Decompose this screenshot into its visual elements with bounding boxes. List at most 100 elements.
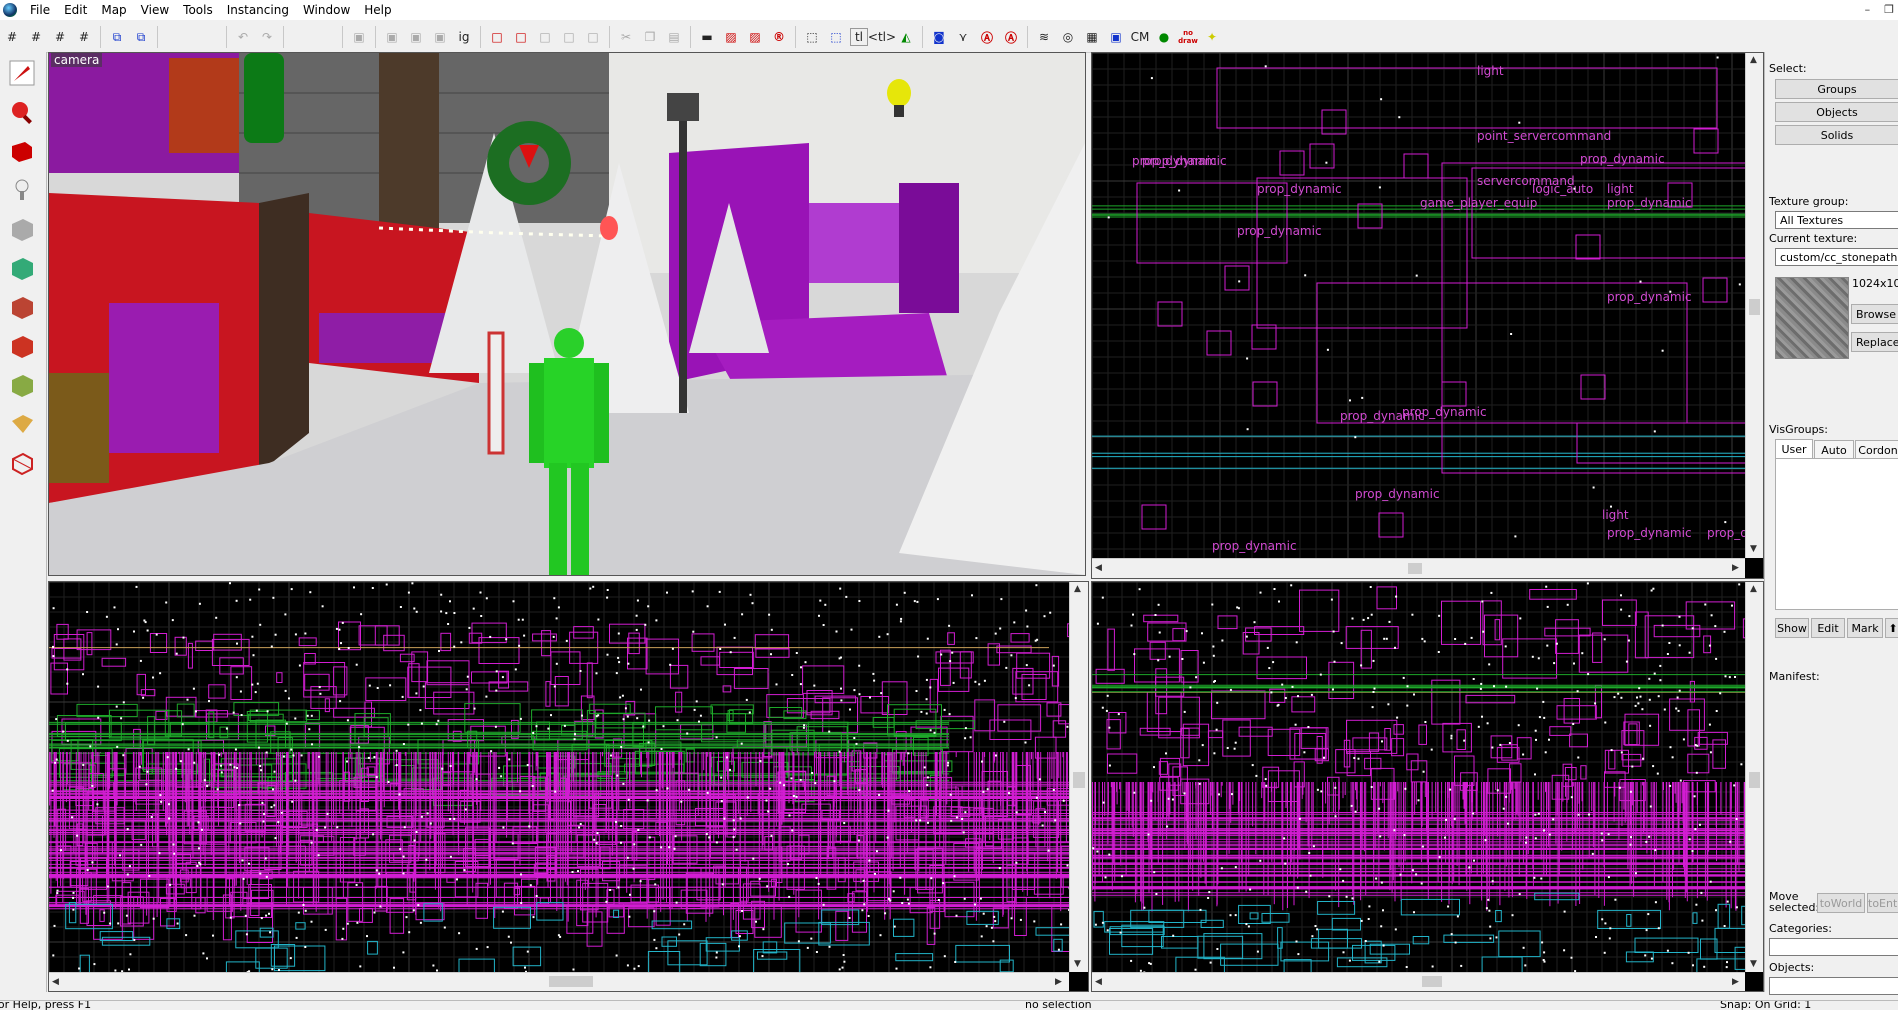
solid-c-icon[interactable]: □ [583,27,603,47]
select-handles-icon[interactable]: ⬚ [826,27,846,47]
menu-view[interactable]: View [134,0,176,20]
models-icon[interactable]: Ⓐ [1001,27,1021,47]
cubes-icon[interactable]: ▣ [1106,27,1126,47]
cm-icon[interactable]: CM [1130,27,1150,47]
selection-tool-icon[interactable] [3,55,41,91]
visgroup-show-button[interactable]: Show [1775,618,1809,638]
visgroup-mark-button[interactable]: Mark [1847,618,1883,638]
magnify-tool-icon[interactable] [3,94,41,130]
scroll-down-icon[interactable]: ▼ [1750,959,1757,969]
solids-button[interactable]: Solids [1775,125,1898,145]
helpers-icon[interactable]: Ⓐ [977,27,997,47]
entity-icon[interactable]: ◙ [929,27,949,47]
texture-group-select[interactable]: All Textures [1775,211,1898,229]
clipping-tool-icon[interactable] [3,406,41,442]
texture-lock-icon[interactable]: ▣ [406,27,426,47]
nodraw-icon[interactable]: no draw [1178,27,1198,47]
sphere-icon[interactable]: ◎ [1058,27,1078,47]
cut-icon[interactable]: ✂ [616,27,636,47]
front-2d-viewport[interactable]: ▲ ▼ ◀ ▶ [48,581,1089,992]
vertex-icon[interactable]: □ [511,27,531,47]
grid-box-icon[interactable]: ▦ [1082,27,1102,47]
restore-icon[interactable]: ❐ [1884,0,1894,20]
scroll-down-icon[interactable]: ▼ [1750,544,1757,554]
vertex-tool-icon[interactable] [3,445,41,481]
ignore-grouping-icon[interactable]: ▣ [430,27,450,47]
visgroups-tab-auto[interactable]: Auto [1814,440,1854,460]
cordon-icon[interactable]: ◭ [896,27,916,47]
run-map-icon[interactable]: ® [769,27,789,47]
visgroups-tab-user[interactable]: User [1775,439,1813,458]
visgroup-edit-button[interactable]: Edit [1811,618,1845,638]
group-icon[interactable]: ⧉ [107,27,127,47]
light-icon[interactable]: ✦ [1202,27,1222,47]
menu-window[interactable]: Window [296,0,357,20]
carve-icon[interactable]: ▣ [349,27,369,47]
menu-file[interactable]: File [23,0,57,20]
side-vscroll[interactable]: ▲ ▼ [1745,582,1763,972]
entity-tool-icon[interactable] [3,172,41,208]
top-hscroll[interactable]: ◀ ▶ [1092,558,1745,578]
selection-box-icon[interactable]: ⬚ [802,27,822,47]
redo-icon[interactable]: ↷ [257,27,277,47]
scroll-up-icon[interactable]: ▲ [1074,584,1081,594]
side-hscroll[interactable]: ◀ ▶ [1092,972,1745,991]
minimize-icon[interactable]: – [1865,0,1871,20]
objects-select[interactable] [1769,977,1898,995]
scroll-up-icon[interactable]: ▲ [1750,55,1757,65]
block-tool-icon[interactable] [3,211,41,247]
apply-texture-icon[interactable] [3,289,41,325]
texture-tool-icon[interactable] [3,250,41,286]
scroll-right-icon[interactable]: ▶ [1055,977,1062,987]
solid-a-icon[interactable]: □ [535,27,555,47]
top-2d-viewport[interactable]: lightpoint_servercommandprop_dynamicserv… [1091,52,1764,579]
texture-app-icon[interactable]: ▨ [745,27,765,47]
to-entity-button[interactable]: toEnti [1867,893,1898,913]
side-2d-viewport[interactable]: ▲ ▼ ◀ ▶ [1091,581,1764,992]
scroll-left-icon[interactable]: ◀ [1095,563,1102,573]
visgroups-list[interactable] [1775,458,1898,610]
categories-select[interactable] [1769,938,1898,956]
tl-icon[interactable]: tl [850,28,868,46]
groups-button[interactable]: Groups [1775,79,1898,99]
menu-help[interactable]: Help [357,0,398,20]
leaf-icon[interactable]: ● [1154,27,1174,47]
decal-tool-icon[interactable] [3,328,41,364]
scroll-left-icon[interactable]: ◀ [1095,977,1102,987]
tex-lock-icon[interactable]: <tl> [872,27,892,47]
menu-instancing[interactable]: Instancing [220,0,296,20]
scroll-up-icon[interactable]: ▲ [1750,584,1757,594]
toggle-texture-icon[interactable]: ▨ [721,27,741,47]
mask-icon[interactable]: ▬ [697,27,717,47]
hollow-icon[interactable]: ▣ [382,27,402,47]
visgroup-up-icon[interactable]: ⬆ [1885,618,1898,638]
overlay-tool-icon[interactable] [3,367,41,403]
lines-icon[interactable]: ≋ [1034,27,1054,47]
ungroup-icon[interactable]: ⧉ [131,27,151,47]
paste-icon[interactable]: ▤ [664,27,684,47]
scroll-right-icon[interactable]: ▶ [1732,563,1739,573]
scroll-right-icon[interactable]: ▶ [1732,977,1739,987]
replace-button[interactable]: Replace [1851,332,1898,352]
grid-toggle-icon[interactable]: # [74,27,94,47]
visgroups-tab-cordon[interactable]: Cordon [1855,440,1898,460]
to-world-button[interactable]: toWorld [1817,893,1865,913]
grid-icon[interactable]: # [2,27,22,47]
autovis-icon[interactable]: ⋎ [953,27,973,47]
camera-tool-icon[interactable] [3,133,41,169]
front-hscroll[interactable]: ◀ ▶ [49,972,1069,991]
clip-icon[interactable]: □ [487,27,507,47]
grid-larger-icon[interactable]: # [50,27,70,47]
top-vscroll[interactable]: ▲ ▼ [1745,53,1763,558]
menu-map[interactable]: Map [94,0,133,20]
scroll-left-icon[interactable]: ◀ [52,977,59,987]
menu-edit[interactable]: Edit [57,0,94,20]
current-texture-field[interactable]: custom/cc_stonepath [1775,248,1898,266]
copy-icon[interactable]: ❐ [640,27,660,47]
ig-icon[interactable]: ig [454,27,474,47]
browse-button[interactable]: Browse [1851,304,1898,324]
scroll-down-icon[interactable]: ▼ [1074,959,1081,969]
grid-smaller-icon[interactable]: # [26,27,46,47]
objects-button[interactable]: Objects [1775,102,1898,122]
menu-tools[interactable]: Tools [176,0,220,20]
